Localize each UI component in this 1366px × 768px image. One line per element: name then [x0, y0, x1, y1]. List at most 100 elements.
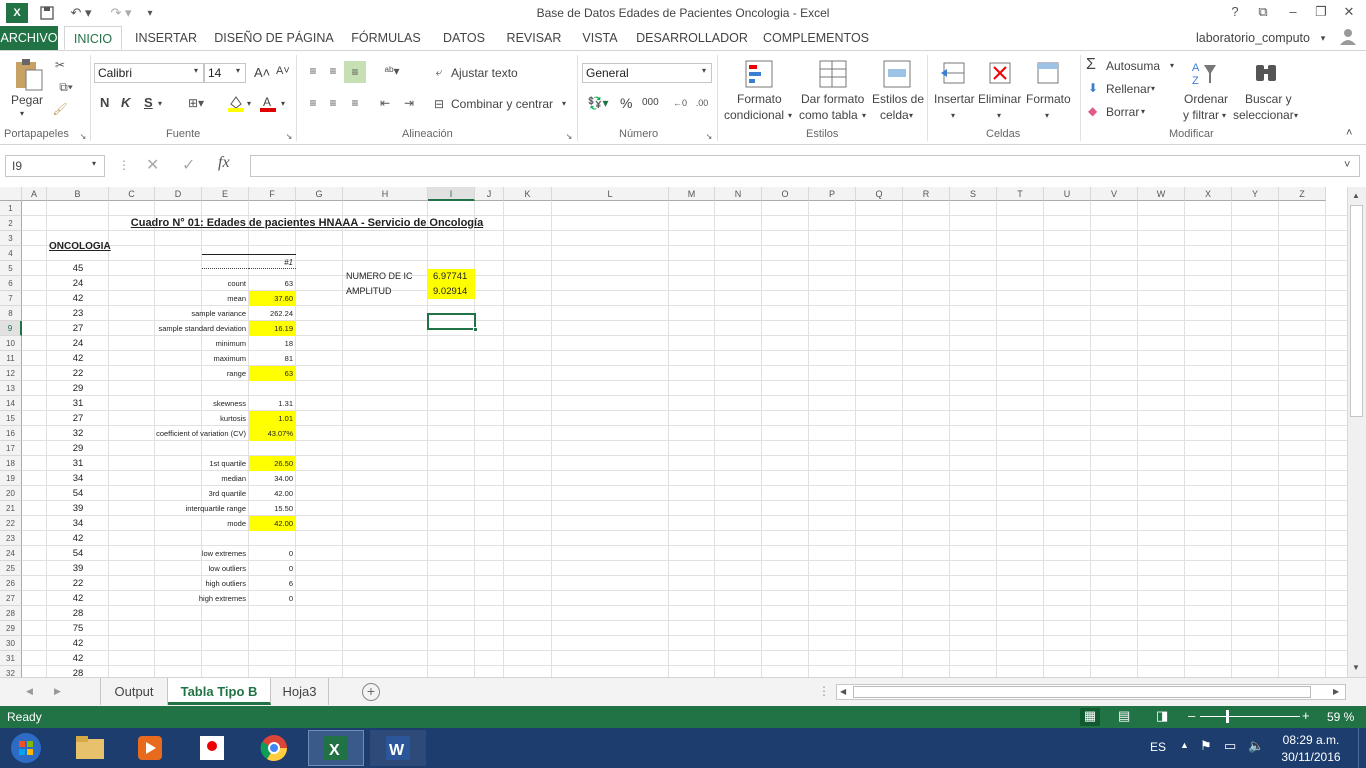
- select-all-corner[interactable]: [0, 187, 22, 201]
- alignment-launcher-icon[interactable]: ↘: [564, 131, 574, 141]
- font-name-dropdown-icon[interactable]: ▾: [194, 66, 198, 75]
- cell-styles-label-2[interactable]: celda: [880, 108, 909, 122]
- paste-dropdown-icon[interactable]: ▾: [20, 109, 24, 118]
- start-button-icon[interactable]: [4, 730, 48, 766]
- column-header-m[interactable]: M: [669, 187, 715, 201]
- age-cell[interactable]: 31: [47, 396, 109, 411]
- clipboard-launcher-icon[interactable]: ↘: [78, 131, 88, 141]
- sort-filter-icon[interactable]: AZ: [1188, 57, 1220, 89]
- column-header-e[interactable]: E: [202, 187, 249, 201]
- ribbon-display-icon[interactable]: ⧉: [1250, 2, 1276, 22]
- row-header-20[interactable]: 20: [0, 486, 22, 501]
- column-header-b[interactable]: B: [47, 187, 109, 201]
- row-header-13[interactable]: 13: [0, 381, 22, 396]
- formula-input[interactable]: [250, 155, 1360, 177]
- format-cells-button[interactable]: Formato: [1026, 92, 1071, 106]
- sort-filter-label[interactable]: Ordenar: [1184, 92, 1228, 106]
- network-icon[interactable]: ▭: [1224, 738, 1236, 754]
- underline-button[interactable]: S: [144, 95, 153, 110]
- row-header-24[interactable]: 24: [0, 546, 22, 561]
- find-select-icon[interactable]: [1250, 57, 1282, 89]
- zoom-slider-thumb[interactable]: [1226, 710, 1229, 723]
- excel-taskbar-icon[interactable]: X: [308, 730, 364, 766]
- align-center-icon[interactable]: ≡: [324, 95, 342, 111]
- column-header-t[interactable]: T: [997, 187, 1044, 201]
- page-break-view-icon[interactable]: ◨: [1156, 708, 1168, 724]
- age-cell[interactable]: 27: [47, 321, 109, 336]
- tab-archivo[interactable]: ARCHIVO: [0, 26, 58, 50]
- column-header-v[interactable]: V: [1091, 187, 1138, 201]
- align-right-icon[interactable]: ≡: [346, 95, 364, 111]
- worksheet-grid[interactable]: ABCDEFGHIJKLMNOPQRSTUVWXYZ 1 2 3 4 5 6 7 8 9 10 11…: [0, 187, 1347, 677]
- fill-dropdown-icon[interactable]: ▾: [1151, 84, 1155, 93]
- increase-decimal-icon[interactable]: ←0: [670, 95, 690, 111]
- stat-value[interactable]: 42.00: [249, 486, 296, 501]
- age-cell[interactable]: 24: [47, 276, 109, 291]
- stat-value[interactable]: 34.00: [249, 471, 296, 486]
- sheet-tab-tabla-tipo-b[interactable]: Tabla Tipo B: [168, 678, 271, 705]
- row-header-14[interactable]: 14: [0, 396, 22, 411]
- age-cell[interactable]: 29: [47, 381, 109, 396]
- close-button[interactable]: ✕: [1336, 2, 1362, 22]
- clock-time[interactable]: 08:29 a.m.: [1276, 733, 1346, 747]
- row-header-32[interactable]: 32: [0, 666, 22, 677]
- stat-value[interactable]: 0: [249, 546, 296, 561]
- format-cells-icon[interactable]: [1032, 57, 1064, 89]
- zoom-slider[interactable]: [1200, 716, 1300, 717]
- merge-center-icon[interactable]: ⊟: [430, 96, 448, 112]
- zoom-in-button[interactable]: +: [1302, 708, 1310, 723]
- align-bottom-icon[interactable]: ≡: [344, 61, 366, 83]
- user-account[interactable]: laboratorio_computo: [1196, 26, 1316, 50]
- column-header-j[interactable]: J: [475, 187, 504, 201]
- stat-value[interactable]: 18: [249, 336, 296, 351]
- vertical-scrollbar[interactable]: ▲ ▼: [1347, 187, 1366, 677]
- user-avatar-icon[interactable]: [1334, 26, 1362, 50]
- find-select-label-2[interactable]: seleccionar: [1233, 108, 1294, 122]
- sort-filter-dropdown-icon[interactable]: ▾: [1222, 111, 1226, 120]
- tab-inicio[interactable]: INICIO: [64, 26, 122, 50]
- merge-dropdown-icon[interactable]: ▾: [562, 99, 566, 108]
- age-cell[interactable]: 24: [47, 336, 109, 351]
- row-header-7[interactable]: 7: [0, 291, 22, 306]
- next-sheet-icon[interactable]: ▶: [54, 686, 61, 697]
- row-header-6[interactable]: 6: [0, 276, 22, 291]
- expand-formula-bar-icon[interactable]: ˅: [1344, 159, 1350, 171]
- align-top-icon[interactable]: ≡: [304, 63, 322, 79]
- stat-value[interactable]: 6: [249, 576, 296, 591]
- age-cell[interactable]: 42: [47, 351, 109, 366]
- tab-formulas[interactable]: FÓRMULAS: [346, 26, 426, 50]
- conditional-format-label-2[interactable]: condicional: [724, 108, 784, 122]
- column-header-o[interactable]: O: [762, 187, 809, 201]
- stat-value[interactable]: 1.31: [249, 396, 296, 411]
- word-taskbar-icon[interactable]: W: [370, 730, 426, 766]
- column-header-f[interactable]: F: [249, 187, 296, 201]
- cut-icon[interactable]: ✂: [52, 57, 68, 73]
- align-left-icon[interactable]: ≡: [304, 95, 322, 111]
- flag-icon[interactable]: ⚑: [1200, 738, 1212, 754]
- scroll-up-icon[interactable]: ▲: [1352, 191, 1360, 200]
- row-header-30[interactable]: 30: [0, 636, 22, 651]
- clear-dropdown-icon[interactable]: ▾: [1141, 107, 1145, 116]
- row-header-16[interactable]: 16: [0, 426, 22, 441]
- age-cell[interactable]: 54: [47, 486, 109, 501]
- age-cell[interactable]: 42: [47, 651, 109, 666]
- insert-cells-icon[interactable]: [938, 57, 970, 89]
- age-cell[interactable]: 39: [47, 501, 109, 516]
- row-header-23[interactable]: 23: [0, 531, 22, 546]
- column-header-u[interactable]: U: [1044, 187, 1091, 201]
- age-cell[interactable]: 42: [47, 531, 109, 546]
- horizontal-scroll-thumb[interactable]: [853, 686, 1311, 698]
- font-color-icon[interactable]: A: [258, 93, 278, 113]
- age-cell[interactable]: 34: [47, 471, 109, 486]
- fill-icon[interactable]: ⬇: [1088, 81, 1098, 95]
- column-header-s[interactable]: S: [950, 187, 997, 201]
- row-header-10[interactable]: 10: [0, 336, 22, 351]
- format-painter-icon[interactable]: 🖌: [52, 101, 68, 117]
- row-header-25[interactable]: 25: [0, 561, 22, 576]
- row-header-31[interactable]: 31: [0, 651, 22, 666]
- fill-button[interactable]: Rellenar: [1106, 82, 1151, 96]
- column-header-c[interactable]: C: [109, 187, 155, 201]
- number-format-dropdown-icon[interactable]: ▾: [702, 66, 706, 75]
- font-launcher-icon[interactable]: ↘: [284, 131, 294, 141]
- conditional-format-label[interactable]: Formato: [737, 92, 782, 106]
